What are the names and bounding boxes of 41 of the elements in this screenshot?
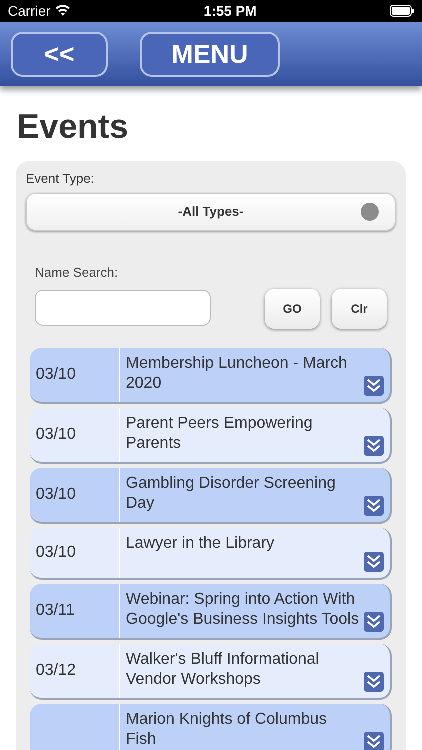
event-row[interactable]: 03/10 Parent Peers Empowering Parents — [30, 408, 392, 464]
expand-icon[interactable] — [364, 496, 384, 516]
event-type-label: Event Type: — [26, 170, 96, 188]
expand-icon[interactable] — [364, 376, 384, 396]
expand-icon[interactable] — [364, 732, 384, 750]
carrier-text: Carrier — [8, 2, 51, 20]
event-name: Marion Knights of Columbus Fish — [126, 710, 328, 750]
event-date: 03/10 — [36, 365, 76, 385]
event-name: Membership Luncheon - March 2020 — [126, 354, 348, 394]
event-row[interactable]: 03/10 Lawyer in the Library — [30, 528, 392, 580]
event-row[interactable]: 03/12 Walker's Bluff Informational Vendor Workshops — [30, 644, 392, 700]
event-date: 03/12 — [36, 661, 76, 681]
name-search-label: Name Search: — [35, 264, 120, 282]
event-date: 03/11 — [36, 601, 75, 621]
dropdown-indicator-icon — [361, 202, 379, 220]
event-row[interactable]: 03/10 Gambling Disorder Screening Day — [30, 468, 392, 524]
go-button[interactable]: GO — [265, 289, 320, 329]
event-name: Walker's Bluff Informational Vendor Workshops — [126, 650, 320, 690]
event-date: 03/10 — [36, 425, 76, 445]
event-date: 03/10 — [36, 543, 76, 563]
battery-icon — [390, 5, 414, 17]
event-row[interactable]: 03/10 Membership Luncheon - March 2020 — [30, 348, 392, 404]
event-name: Gambling Disorder Screening Day — [126, 474, 337, 514]
expand-icon[interactable] — [364, 552, 384, 572]
event-date: 03/10 — [36, 485, 76, 505]
event-type-dropdown[interactable]: -All Types- — [26, 192, 396, 230]
event-name: Webinar: Spring into Action With Google's Business Insights Tools — [126, 590, 360, 630]
event-row[interactable]: Marion Knights of Columbus Fish — [30, 704, 392, 750]
event-name: Parent Peers Empowering Parents — [126, 414, 314, 454]
event-name: Lawyer in the Library — [126, 534, 276, 554]
expand-icon[interactable] — [364, 436, 384, 456]
wifi-icon — [54, 5, 71, 17]
event-row[interactable]: 03/11 Webinar: Spring into Action With Google's Business Insights Tools — [30, 584, 392, 640]
clock-text: 1:55 PM — [204, 2, 257, 20]
menu-button[interactable]: MENU — [140, 32, 280, 76]
expand-icon[interactable] — [364, 612, 384, 632]
name-search-field[interactable] — [35, 290, 211, 326]
back-button[interactable]: << — [11, 32, 108, 76]
page-title: Events — [16, 107, 130, 148]
clear-button[interactable]: Clr — [332, 289, 387, 329]
expand-icon[interactable] — [364, 672, 384, 692]
